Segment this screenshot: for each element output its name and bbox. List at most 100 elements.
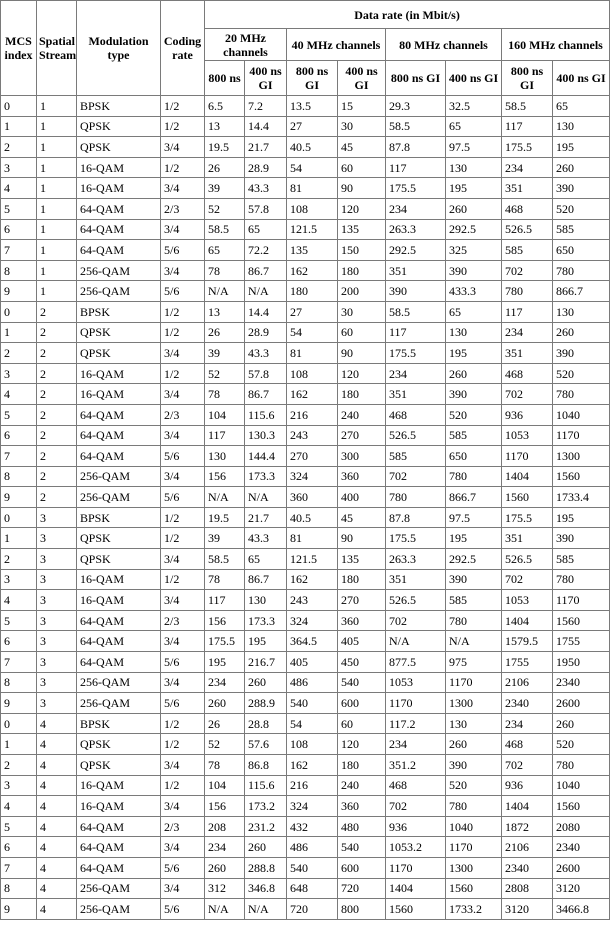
coding-rate-cell: 3/4	[160, 630, 205, 653]
mcs-index-cell: 3	[0, 362, 37, 385]
rate-40mhz-400ns-cell: 120	[337, 733, 386, 755]
rate-40mhz-800ns-cell: 243	[286, 589, 338, 611]
mcs-index-cell: 5	[0, 403, 37, 426]
rate-160mhz-400ns-cell: 1300	[551, 445, 610, 467]
spatial-streams-cell: 1	[36, 156, 77, 179]
rate-20mhz-800ns-cell: 78	[204, 259, 245, 282]
table-row: 1 2 QPSK 1/2 26 28.9 54 60 117 130 234 260	[0, 321, 610, 344]
rate-160mhz-400ns-cell: 780	[551, 754, 610, 776]
rate-160mhz-800ns-cell: 1404	[501, 795, 553, 817]
mcs-index-cell: 1	[0, 115, 37, 138]
spatial-streams-cell: 2	[36, 383, 77, 405]
mcs-index-cell: 9	[0, 692, 37, 714]
coding-rate-cell: 2/3	[160, 609, 205, 632]
mcs-index-cell: 7	[0, 651, 37, 673]
rate-160mhz-800ns-cell: 351	[501, 177, 553, 199]
spatial-streams-cell: 4	[36, 856, 77, 879]
table-row: 8 1 256-QAM 3/4 78 86.7 162 180 351 390 702 780	[0, 259, 610, 282]
rate-80mhz-400ns-cell: 292.5	[445, 548, 502, 570]
rate-20mhz-800ns-cell: 19.5	[204, 506, 245, 529]
rate-160mhz-800ns-cell: 234	[501, 156, 553, 179]
rate-40mhz-400ns-cell: 30	[337, 300, 386, 323]
rate-80mhz-800ns-cell: 263.3	[385, 548, 446, 570]
rate-40mhz-400ns-cell: 300	[337, 445, 386, 467]
table-row: 9 1 256-QAM 5/6 N/A N/A 180 200 390 433.3 780 866.7	[0, 280, 610, 302]
rate-40mhz-400ns-cell: 450	[337, 651, 386, 673]
rate-80mhz-800ns-cell: 58.5	[385, 300, 446, 323]
coding-rate-cell: 3/4	[160, 177, 205, 199]
rate-40mhz-400ns-cell: 90	[337, 177, 386, 199]
rate-20mhz-800ns-cell: 156	[204, 609, 245, 632]
rate-40mhz-400ns-cell: 360	[337, 465, 386, 488]
rate-40mhz-400ns-cell: 150	[337, 239, 386, 261]
table-row: 3 4 16-QAM 1/2 104 115.6 216 240 468 520 936 1040	[0, 774, 610, 797]
rate-80mhz-800ns-cell: 234	[385, 733, 446, 755]
rate-20mhz-400ns-cell: 144.4	[244, 445, 287, 467]
rate-40mhz-400ns-cell: 405	[337, 630, 386, 653]
rate-160mhz-800ns-cell: 702	[501, 568, 553, 591]
rate-40mhz-800ns-cell: 180	[286, 280, 338, 302]
table-row: 1 3 QPSK 1/2 39 43.3 81 90 175.5 195 351 390	[0, 527, 610, 550]
rate-40mhz-800ns-cell: 648	[286, 877, 338, 900]
coding-rate-cell: 1/2	[160, 321, 205, 344]
table-row: 2 3 QPSK 3/4 58.5 65 121.5 135 263.3 292.5 526.5 58…	[0, 548, 610, 570]
modulation-cell: QPSK	[76, 733, 161, 755]
rate-80mhz-800ns-cell: 175.5	[385, 527, 446, 550]
table-row: 0 3 BPSK 1/2 19.5 21.7 40.5 45 87.8 97.5 175.5 195	[0, 506, 610, 529]
table-row: 8 3 256-QAM 3/4 234 260 486 540 1053 1170 2106 2340	[0, 671, 610, 694]
table-row: 6 1 64-QAM 3/4 58.5 65 121.5 135 263.3 292.5 526.5…	[0, 218, 610, 241]
rate-20mhz-800ns-cell: 58.5	[204, 218, 245, 241]
rate-20mhz-400ns-cell: 86.7	[244, 383, 287, 405]
rate-40mhz-800ns-cell: 540	[286, 692, 338, 714]
coding-rate-cell: 1/2	[160, 568, 205, 591]
coding-rate-cell: 5/6	[160, 856, 205, 879]
rate-20mhz-800ns-cell: 78	[204, 568, 245, 591]
table-row: 9 3 256-QAM 5/6 260 288.9 540 600 1170 1300 2340 26…	[0, 692, 610, 714]
rate-80mhz-800ns-cell: 1170	[385, 692, 446, 714]
modulation-cell: 64-QAM	[76, 836, 161, 858]
mcs-index-cell: 3	[0, 156, 37, 179]
table-row: 4 2 16-QAM 3/4 78 86.7 162 180 351 390 702 780	[0, 383, 610, 405]
rate-160mhz-400ns-cell: 585	[551, 548, 610, 570]
rate-20mhz-400ns-cell: 288.8	[244, 856, 287, 879]
rate-160mhz-400ns-cell: 520	[551, 362, 610, 385]
coding-rate-cell: 3/4	[160, 754, 205, 776]
header-20mhz-800ns: 800 ns	[204, 60, 245, 96]
rate-20mhz-800ns-cell: 312	[204, 877, 245, 900]
spatial-streams-cell: 4	[36, 815, 77, 838]
modulation-cell: QPSK	[76, 115, 161, 138]
rate-20mhz-800ns-cell: N/A	[204, 280, 245, 302]
rate-20mhz-400ns-cell: 173.2	[244, 795, 287, 817]
rate-20mhz-400ns-cell: 115.6	[244, 403, 287, 426]
rate-20mhz-400ns-cell: 130.3	[244, 424, 287, 447]
rate-40mhz-800ns-cell: 81	[286, 527, 338, 550]
rate-160mhz-400ns-cell: 2600	[551, 692, 610, 714]
rate-20mhz-800ns-cell: 117	[204, 424, 245, 447]
rate-80mhz-800ns-cell: 351	[385, 259, 446, 282]
rate-20mhz-800ns-cell: 6.5	[204, 95, 245, 117]
coding-rate-cell: 3/4	[160, 424, 205, 447]
rate-80mhz-400ns-cell: 650	[445, 445, 502, 467]
spatial-streams-cell: 3	[36, 527, 77, 550]
coding-rate-cell: 5/6	[160, 692, 205, 714]
modulation-cell: QPSK	[76, 527, 161, 550]
rate-160mhz-800ns-cell: 1560	[501, 486, 553, 508]
rate-160mhz-800ns-cell: 1170	[501, 445, 553, 467]
rate-40mhz-400ns-cell: 180	[337, 754, 386, 776]
rate-40mhz-400ns-cell: 180	[337, 383, 386, 405]
rate-160mhz-400ns-cell: 1170	[551, 424, 610, 447]
mcs-index-cell: 1	[0, 733, 37, 755]
mcs-index-cell: 5	[0, 609, 37, 632]
rate-160mhz-800ns-cell: 468	[501, 362, 553, 385]
spatial-streams-cell: 3	[36, 589, 77, 611]
coding-rate-cell: 1/2	[160, 774, 205, 797]
rate-80mhz-400ns-cell: 866.7	[445, 486, 502, 508]
mcs-index-cell: 3	[0, 568, 37, 591]
coding-rate-cell: 3/4	[160, 383, 205, 405]
rate-40mhz-400ns-cell: 45	[337, 506, 386, 529]
modulation-cell: 256-QAM	[76, 877, 161, 900]
rate-160mhz-400ns-cell: 195	[551, 506, 610, 529]
rate-40mhz-400ns-cell: 120	[337, 362, 386, 385]
rate-80mhz-800ns-cell: 702	[385, 795, 446, 817]
coding-rate-cell: 3/4	[160, 465, 205, 488]
